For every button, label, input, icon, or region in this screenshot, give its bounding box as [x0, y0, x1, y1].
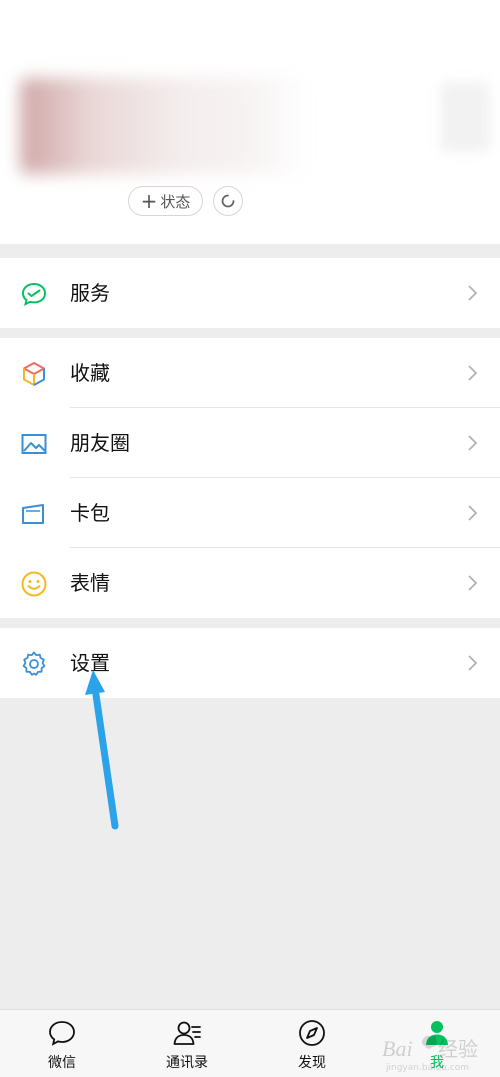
tab-label-chats: 微信 — [48, 1055, 76, 1071]
add-status-button[interactable]: + 状态 — [128, 186, 203, 216]
chevron-right-icon — [468, 575, 478, 591]
menu-item-favorites[interactable]: 收藏 — [0, 338, 500, 408]
chevron-right-icon — [468, 285, 478, 301]
menu-item-stickers[interactable]: 表情 — [0, 548, 500, 618]
blurred-qr-area[interactable] — [440, 82, 490, 152]
tab-discover[interactable]: 发现 — [262, 1010, 362, 1077]
baidu-watermark-logo: Bai 经验 jingyan.baidu.com — [382, 1035, 478, 1073]
annotation-arrow-icon — [85, 670, 119, 830]
menu-label-service: 服务 — [70, 281, 110, 305]
menu-item-settings[interactable]: 设置 — [0, 628, 500, 698]
status-label: 状态 — [160, 192, 191, 211]
chat-bubble-icon — [49, 1021, 75, 1046]
tab-label-discover: 发现 — [298, 1055, 326, 1071]
menu-item-moments[interactable]: 朋友圈 — [0, 408, 500, 478]
chevron-right-icon — [468, 505, 478, 521]
settings-gear-icon — [22, 651, 46, 676]
card-wallet-icon — [22, 504, 44, 524]
svg-text:经验: 经验 — [438, 1037, 478, 1061]
wechat-pay-service-icon — [21, 282, 47, 306]
contacts-icon — [173, 1021, 201, 1045]
plus-icon: + — [140, 189, 158, 213]
compass-icon — [299, 1020, 325, 1046]
svg-text:Bai: Bai — [382, 1036, 413, 1061]
menu-label-moments: 朋友圈 — [70, 431, 130, 455]
emoji-smile-icon — [21, 571, 47, 597]
tab-chats[interactable]: 微信 — [12, 1010, 112, 1077]
chevron-right-icon — [468, 435, 478, 451]
blurred-profile-info[interactable] — [20, 78, 310, 174]
chevron-right-icon — [468, 365, 478, 381]
favorites-cube-icon — [23, 362, 45, 386]
chevron-right-icon — [468, 655, 478, 671]
menu-item-cards[interactable]: 卡包 — [0, 478, 500, 548]
moments-image-icon — [21, 434, 47, 454]
menu-label-favorites: 收藏 — [70, 361, 110, 385]
refresh-icon — [221, 194, 235, 208]
menu-label-stickers: 表情 — [70, 571, 110, 595]
profile-header: + 状态 — [0, 0, 500, 244]
menu-label-cards: 卡包 — [70, 501, 110, 525]
status-refresh-button[interactable] — [213, 186, 243, 216]
tab-contacts[interactable]: 通讯录 — [137, 1010, 237, 1077]
svg-text:jingyan.baidu.com: jingyan.baidu.com — [385, 1063, 469, 1073]
menu-item-service[interactable]: 服务 — [0, 258, 500, 328]
tab-label-contacts: 通讯录 — [166, 1055, 208, 1071]
